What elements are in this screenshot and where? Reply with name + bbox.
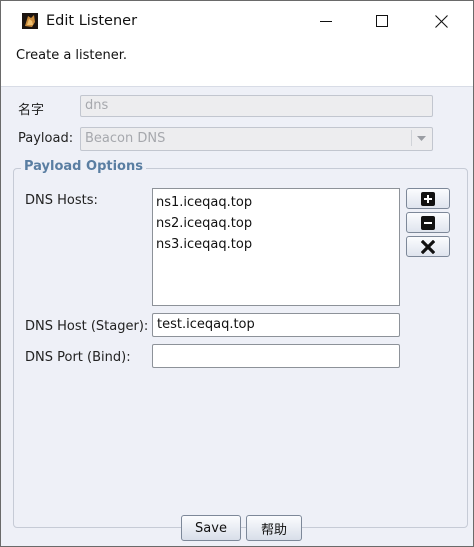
list-item[interactable]: ns2.iceqaq.top <box>156 213 396 234</box>
save-button[interactable]: Save <box>181 515 241 541</box>
name-field[interactable]: dns <box>80 95 433 117</box>
clear-icon <box>421 239 435 254</box>
list-item[interactable]: ns1.iceqaq.top <box>156 192 396 213</box>
clear-hosts-button[interactable] <box>406 236 450 257</box>
payload-select[interactable]: Beacon DNS <box>80 127 433 151</box>
minimize-button[interactable] <box>303 1 349 41</box>
maximize-icon <box>376 15 388 27</box>
close-button[interactable] <box>418 1 464 41</box>
dns-port-label: DNS Port (Bind): <box>25 350 131 365</box>
close-icon <box>434 14 448 28</box>
dialog-content: 名字 dns Payload: Beacon DNS Payload Optio… <box>1 87 473 546</box>
window-title: Edit Listener <box>46 13 138 29</box>
remove-icon <box>421 215 435 230</box>
dns-hosts-label: DNS Hosts: <box>25 193 98 208</box>
dns-hosts-list[interactable]: ns1.iceqaq.top ns2.iceqaq.top ns3.iceqaq… <box>152 188 400 306</box>
dns-host-stager-label: DNS Host (Stager): <box>25 319 149 334</box>
payload-select-value: Beacon DNS <box>85 131 166 146</box>
payload-options-legend: Payload Options <box>21 159 146 174</box>
edit-listener-dialog: Edit Listener Create a listener. 名字 dns … <box>0 0 474 547</box>
minimize-icon <box>320 21 332 22</box>
dns-port-input[interactable] <box>152 344 400 368</box>
dropdown-arrow-icon[interactable] <box>411 130 430 146</box>
title-bar: Edit Listener <box>1 1 473 41</box>
description-panel: Create a listener. <box>1 41 473 87</box>
app-icon <box>22 13 38 29</box>
dns-host-stager-input[interactable]: test.iceqaq.top <box>152 313 400 337</box>
help-button[interactable]: 帮助 <box>246 515 302 541</box>
description-text: Create a listener. <box>16 48 128 63</box>
add-host-button[interactable] <box>406 188 450 209</box>
name-label: 名字 <box>18 103 45 118</box>
list-item[interactable]: ns3.iceqaq.top <box>156 234 396 255</box>
add-icon <box>421 191 435 206</box>
payload-label: Payload: <box>18 131 74 146</box>
maximize-button[interactable] <box>359 1 405 41</box>
remove-host-button[interactable] <box>406 212 450 233</box>
